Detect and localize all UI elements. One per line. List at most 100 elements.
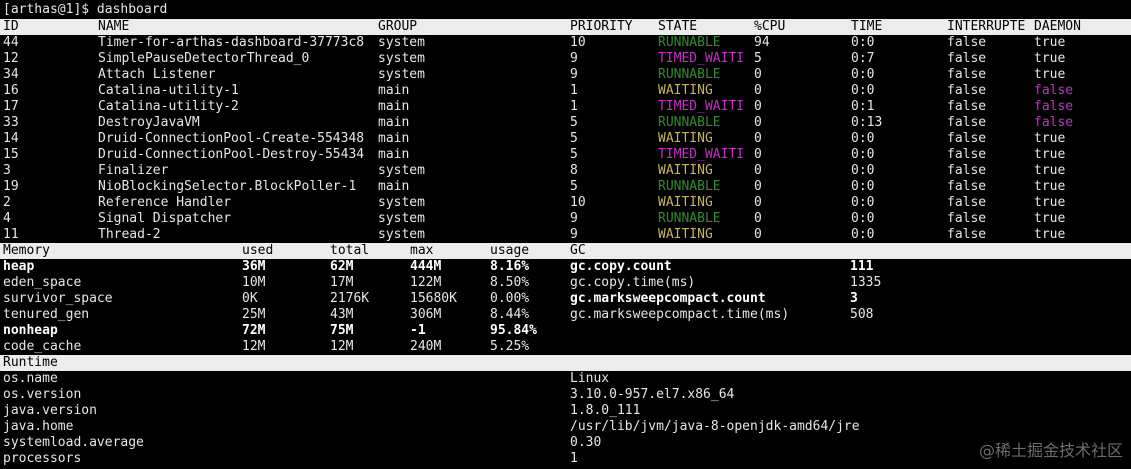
runtime-key: os.version xyxy=(3,387,82,402)
thread-row: 4 Signal Dispatcher system 9 RUNNABLE 0 0:0 fal… xyxy=(0,211,1131,227)
gc-name: gc.marksweepcompact.count xyxy=(570,291,766,306)
thread-name: Signal Dispatcher xyxy=(98,211,232,226)
thread-group: system xyxy=(378,195,425,210)
thread-id: 44 xyxy=(3,35,19,50)
col-cpu: %CPU xyxy=(754,19,786,34)
memory-max: 15680K xyxy=(410,291,457,306)
thread-row: 12 SimplePauseDetectorThread_0 system 9 TIME… xyxy=(0,51,1131,67)
thread-priority: 5 xyxy=(570,115,578,130)
thread-group: main xyxy=(378,147,410,162)
thread-daemon: true xyxy=(1034,179,1066,194)
thread-cpu: 0 xyxy=(754,195,762,210)
thread-row: 16 Catalina-utility-1 main 1 WAITING 0 0:0 fals… xyxy=(0,83,1131,99)
thread-name: Druid-ConnectionPool-Create-554348 xyxy=(98,131,365,146)
thread-daemon: false xyxy=(1034,83,1074,98)
thread-group: main xyxy=(378,115,410,130)
thread-daemon: true xyxy=(1034,35,1066,50)
thread-id: 3 xyxy=(3,163,11,178)
memory-max: 444M xyxy=(410,259,442,274)
col-id: ID xyxy=(3,19,19,34)
memory-row: eden_space 10M 17M 122M 8.50% xyxy=(0,275,565,291)
thread-interrupted: false xyxy=(947,147,987,162)
gc-name: gc.copy.count xyxy=(570,259,672,274)
thread-id: 17 xyxy=(3,99,19,114)
gc-name: gc.copy.time(ms) xyxy=(570,275,696,290)
thread-time: 0:7 xyxy=(851,51,875,66)
memory-row: survivor_space 0K 2176K 15680K 0.00% xyxy=(0,291,565,307)
thread-name: NioBlockingSelector.BlockPoller-1 xyxy=(98,179,357,194)
memory-row: heap 36M 62M 444M 8.16% xyxy=(0,259,565,275)
thread-priority: 5 xyxy=(570,179,578,194)
watermark-logo: @稀土掘金技术社区 xyxy=(978,441,1123,460)
col-memory: Memory xyxy=(3,243,50,258)
thread-group: main xyxy=(378,131,410,146)
memory-total: 12M xyxy=(330,339,354,354)
thread-interrupted: false xyxy=(947,163,987,178)
runtime-row: java.home/usr/lib/jvm/java-8-openjdk-amd… xyxy=(0,419,1131,435)
thread-name: Catalina-utility-1 xyxy=(98,83,239,98)
thread-interrupted: false xyxy=(947,115,987,130)
thread-row: 15 Druid-ConnectionPool-Destroy-55434 main… xyxy=(0,147,1131,163)
thread-row: 44 Timer-for-arthas-dashboard-37773c8 syst… xyxy=(0,35,1131,51)
terminal-window[interactable]: [arthas@1]$ dashboard ID NAME GROUP PRIO… xyxy=(0,0,1131,469)
runtime-value: 1 xyxy=(570,451,578,466)
thread-group: main xyxy=(378,83,410,98)
thread-name: SimplePauseDetectorThread_0 xyxy=(98,51,310,66)
thread-name: Reference Handler xyxy=(98,195,232,210)
thread-state: RUNNABLE xyxy=(658,67,721,82)
runtime-value: 3.10.0-957.el7.x86_64 xyxy=(570,387,735,402)
thread-group: system xyxy=(378,51,425,66)
thread-time: 0:0 xyxy=(851,35,875,50)
thread-priority: 5 xyxy=(570,131,578,146)
thread-time: 0:0 xyxy=(851,179,875,194)
memory-usage: 0.00% xyxy=(490,291,530,306)
runtime-key: processors xyxy=(3,451,82,466)
col-total: total xyxy=(330,243,370,258)
thread-daemon: true xyxy=(1034,211,1066,226)
thread-row: 19 NioBlockingSelector.BlockPoller-1 main 5… xyxy=(0,179,1131,195)
thread-cpu: 0 xyxy=(754,179,762,194)
thread-id: 33 xyxy=(3,115,19,130)
thread-time: 0:0 xyxy=(851,211,875,226)
memory-total: 43M xyxy=(330,307,354,322)
thread-name: DestroyJavaVM xyxy=(98,115,200,130)
memory-max: 240M xyxy=(410,339,442,354)
gc-value: 1335 xyxy=(850,275,882,290)
runtime-row: java.version 1.8.0_111 xyxy=(0,403,1131,419)
thread-cpu: 0 xyxy=(754,131,762,146)
thread-row: 11 Thread-2 system 9 WAITING 0 0:0 false true xyxy=(0,227,1131,243)
thread-cpu: 0 xyxy=(754,147,762,162)
col-daemon: DAEMON xyxy=(1034,19,1081,34)
thread-state: RUNNABLE xyxy=(658,35,721,50)
thread-cpu: 94 xyxy=(754,35,770,50)
memory-name: nonheap xyxy=(3,323,58,338)
col-priority: PRIORITY xyxy=(570,19,633,34)
thread-name: Timer-for-arthas-dashboard-37773c8 xyxy=(98,35,365,50)
thread-interrupted: false xyxy=(947,83,987,98)
thread-id: 15 xyxy=(3,147,19,162)
thread-priority: 10 xyxy=(570,35,586,50)
memory-used: 36M xyxy=(242,259,266,274)
thread-state: RUNNABLE xyxy=(658,179,721,194)
thread-row: 34 Attach Listener system 9 RUNNABLE 0 0:0 fals… xyxy=(0,67,1131,83)
memory-usage: 5.25% xyxy=(490,339,530,354)
thread-group: system xyxy=(378,211,425,226)
thread-name: Finalizer xyxy=(98,163,169,178)
thread-id: 2 xyxy=(3,195,11,210)
gc-value: 3 xyxy=(850,291,858,306)
thread-time: 0:0 xyxy=(851,227,875,242)
memory-used: 10M xyxy=(242,275,266,290)
runtime-key: os.name xyxy=(3,371,58,386)
thread-name: Attach Listener xyxy=(98,67,216,82)
thread-priority: 9 xyxy=(570,51,578,66)
runtime-key: java.home xyxy=(3,419,74,434)
thread-time: 0:0 xyxy=(851,195,875,210)
thread-group: main xyxy=(378,179,410,194)
thread-cpu: 0 xyxy=(754,227,762,242)
thread-row: 17 Catalina-utility-2 main 1 TIMED_WAITI 0 0:1… xyxy=(0,99,1131,115)
col-gc: GC xyxy=(570,243,586,258)
thread-id: 16 xyxy=(3,83,19,98)
thread-id: 19 xyxy=(3,179,19,194)
thread-id: 34 xyxy=(3,67,19,82)
thread-interrupted: false xyxy=(947,51,987,66)
